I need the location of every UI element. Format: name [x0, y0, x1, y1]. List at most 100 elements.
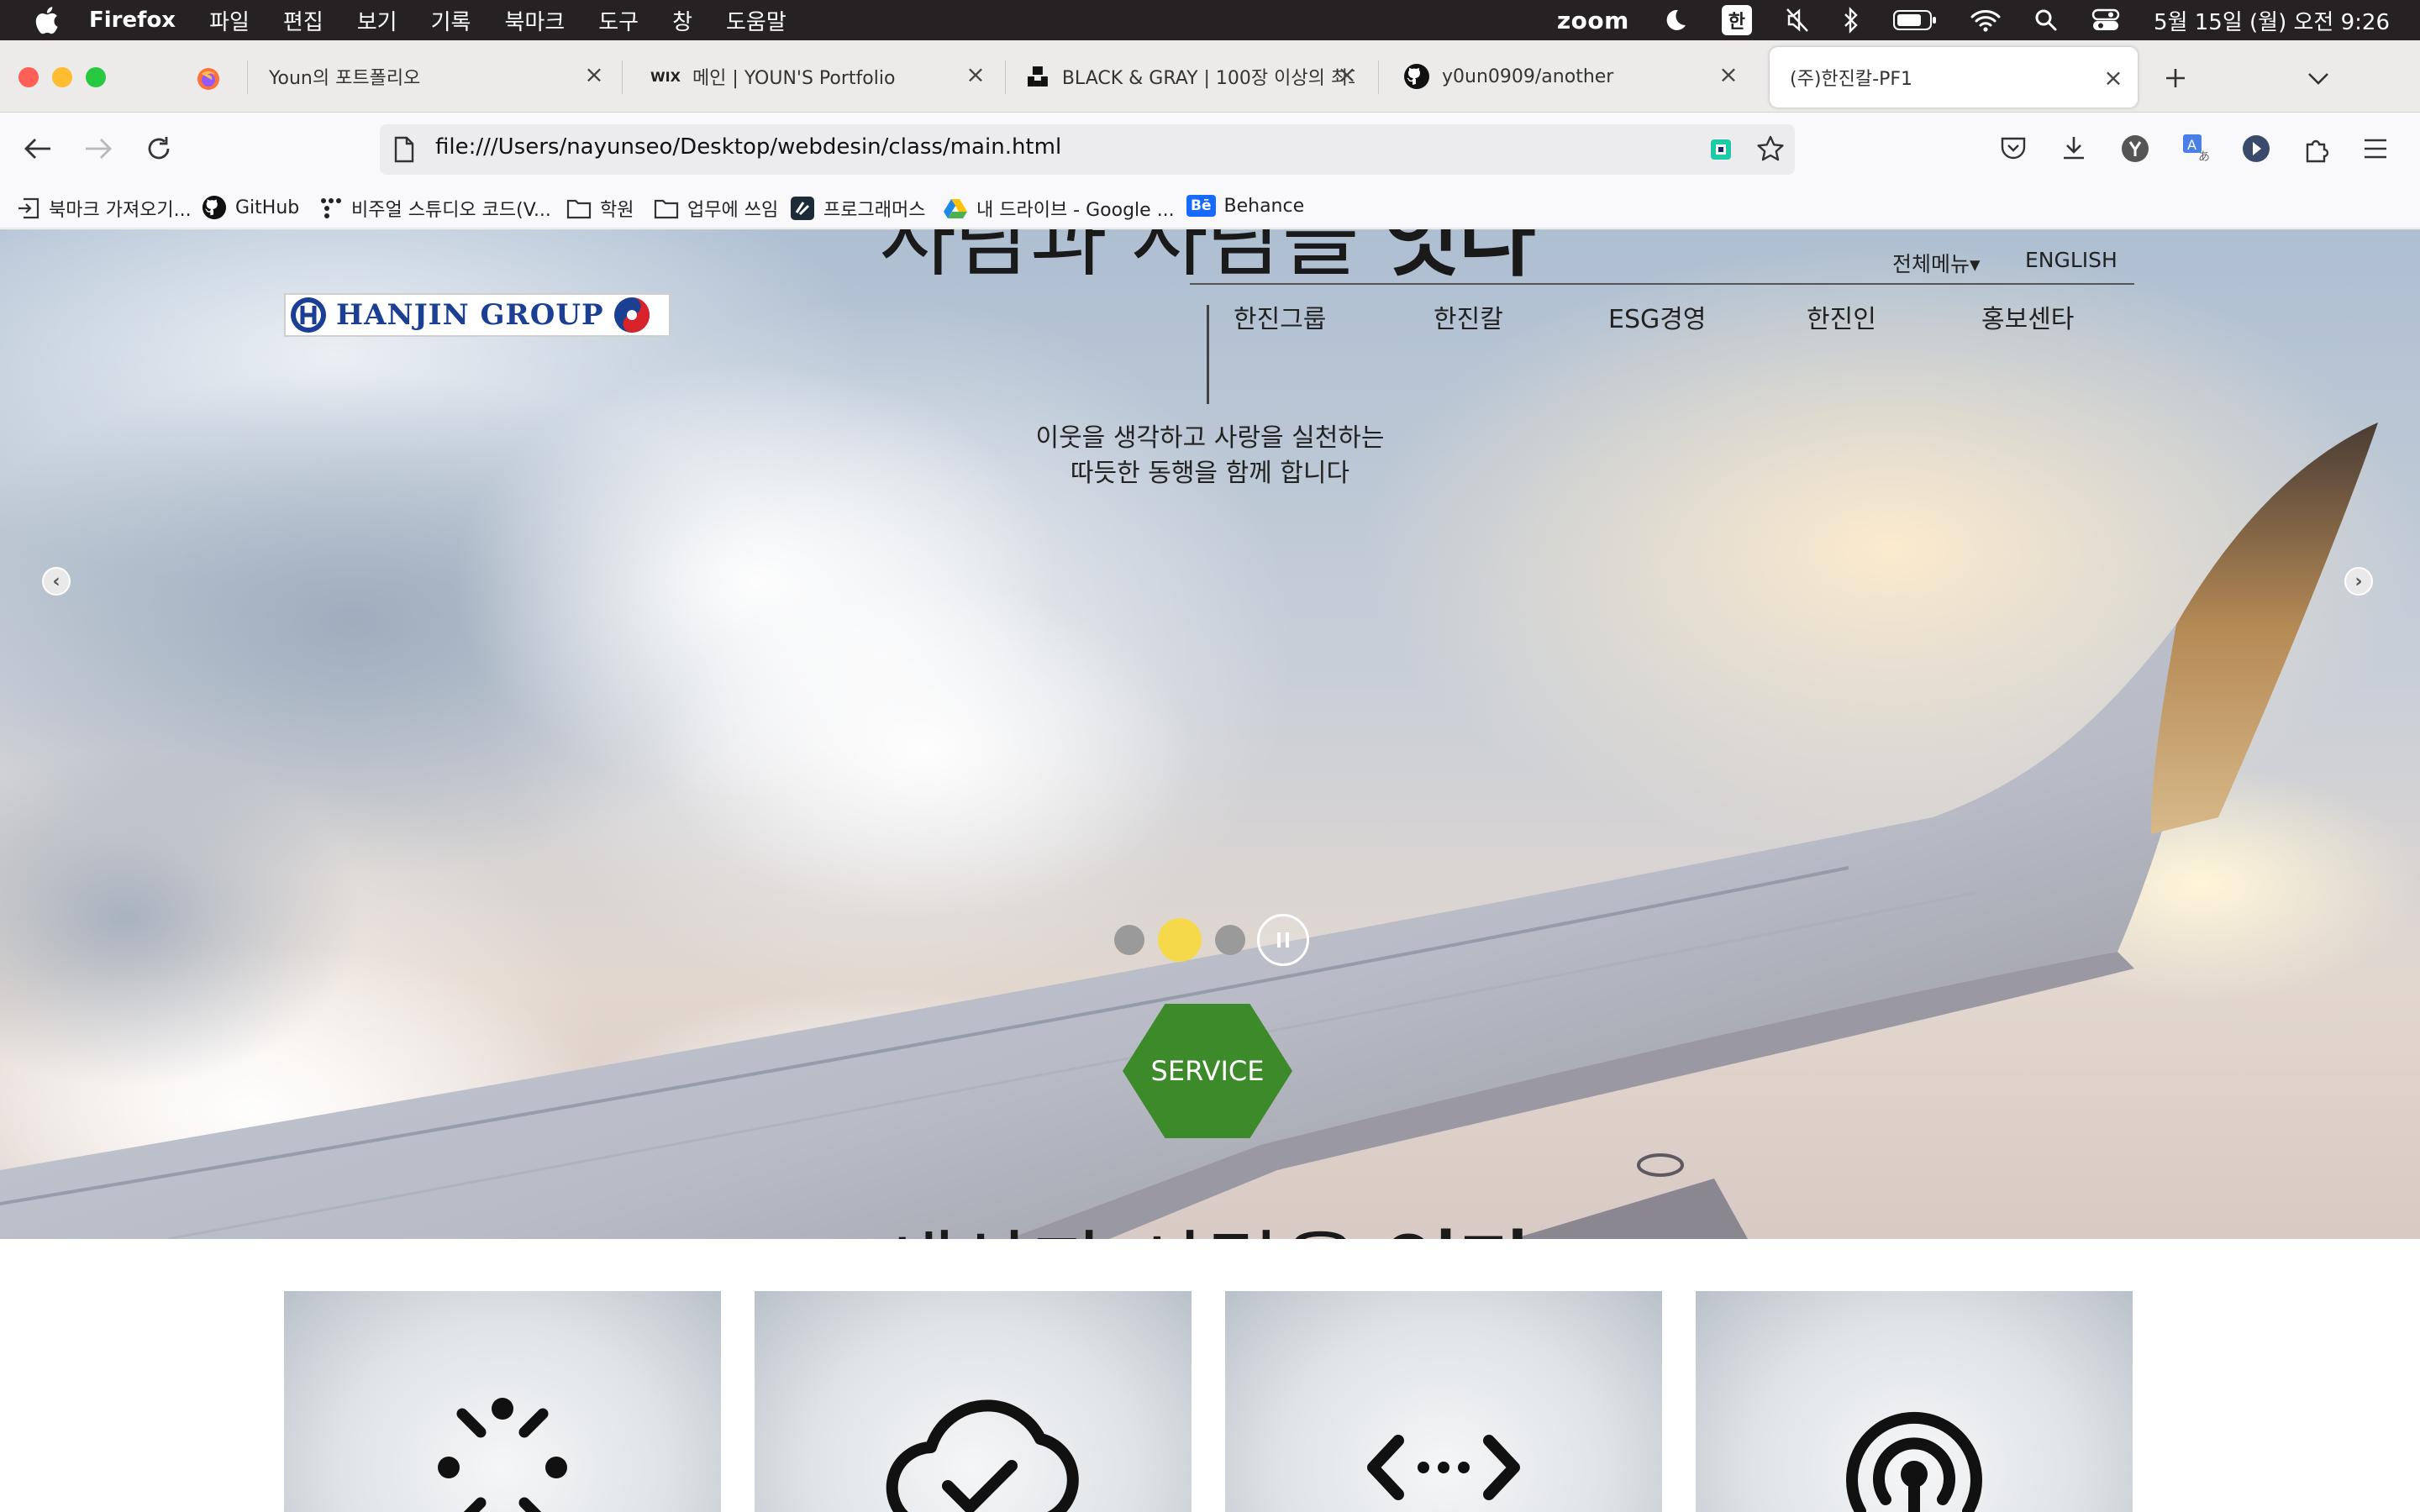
screenshot-extension-icon[interactable]: [1709, 138, 1733, 161]
bookmark-label: 비주얼 스튜디오 코드(V...: [351, 200, 551, 221]
slider-dot-3[interactable]: [1215, 925, 1245, 955]
bookmark-import[interactable]: 북마크 가져오기...: [17, 195, 192, 222]
tab-close-icon[interactable]: ×: [2101, 66, 2126, 91]
hanjin-group-logo[interactable]: HANJIN GROUP: [284, 293, 671, 337]
tab-close-icon[interactable]: ×: [581, 62, 607, 87]
hamburger-menu-icon[interactable]: [2363, 138, 2388, 160]
zoom-status[interactable]: zoom: [1557, 7, 1629, 34]
bookmark-folder-academy[interactable]: 학원: [566, 195, 634, 222]
tab-portfolio[interactable]: Youn의 포트폴리오 ×: [249, 44, 618, 109]
apple-icon[interactable]: [34, 6, 59, 34]
translate-extension-icon[interactable]: Aあ: [2181, 133, 2212, 163]
tab-github-repo[interactable]: y0un0909/another ×: [1383, 44, 1753, 109]
bookmark-star-icon[interactable]: [1756, 134, 1785, 163]
slogan-line-1: 이웃을 생각하고 사랑을 실천하는: [1035, 423, 1385, 453]
tab-title: y0un0909/another: [1442, 66, 1614, 87]
firefox-view-icon[interactable]: [197, 67, 220, 91]
slider-prev-arrow[interactable]: ‹: [42, 567, 71, 596]
service-card-1[interactable]: [284, 1291, 721, 1512]
gnb-hanjinkal[interactable]: 한진칼: [1434, 298, 1503, 335]
chevron-right-icon: ›: [2354, 570, 2363, 592]
gnb-hanjin-group[interactable]: 한진그룹: [1234, 298, 1326, 335]
tab-close-icon[interactable]: ×: [1716, 62, 1741, 87]
tab-unsplash[interactable]: BLACK & GRAY | 100장 이상의 최고 ×: [1005, 44, 1371, 109]
menu-help[interactable]: 도움말: [726, 5, 786, 36]
bookmark-vscode[interactable]: 비주얼 스튜디오 코드(V...: [319, 195, 551, 222]
slider-dot-1[interactable]: [1114, 925, 1144, 955]
bluetooth-icon[interactable]: [1843, 7, 1860, 34]
service-label: SERVICE: [1150, 1055, 1265, 1087]
profile-y-icon[interactable]: [2121, 134, 2149, 163]
tab-title: Youn의 포트폴리오: [269, 68, 421, 89]
clock-datetime[interactable]: 5월 15일 (월) 오전 9:26: [2154, 5, 2390, 36]
bookmark-behance[interactable]: Bē Behance: [1186, 195, 1304, 217]
menu-edit[interactable]: 편집: [283, 5, 324, 36]
gnb-pr-center[interactable]: 홍보센타: [1981, 298, 2074, 335]
macos-menubar: Firefox 파일 편집 보기 기록 북마크 도구 창 도움말 zoom 한 …: [0, 0, 2420, 40]
battery-icon[interactable]: [1893, 9, 1937, 31]
tab-wix-portfolio[interactable]: WIX 메인 | YOUN'S Portfolio ×: [630, 44, 1000, 109]
gnb-hanjin-people[interactable]: 한진인: [1807, 298, 1876, 335]
menu-window[interactable]: 창: [672, 5, 692, 36]
github-icon: [202, 195, 227, 220]
gnb-esg[interactable]: ESG경영: [1608, 298, 1706, 335]
hero-slogan: 이웃을 생각하고 사랑을 실천하는 따듯한 동행을 함께 합니다: [941, 421, 1479, 491]
bookmark-label: 프로그래머스: [823, 200, 926, 221]
service-card-3[interactable]: [1225, 1291, 1662, 1512]
tab-hanjinkal-active[interactable]: (주)한진칼-PF1 ×: [1770, 47, 2138, 108]
taegeuk-emblem-icon: [613, 297, 650, 333]
slogan-divider-line: [1207, 305, 1209, 404]
broadcast-icon: [1846, 1411, 1982, 1512]
slider-next-arrow[interactable]: ›: [2344, 567, 2373, 596]
page-file-icon[interactable]: [393, 136, 415, 163]
menu-tools[interactable]: 도구: [598, 5, 639, 36]
menu-file[interactable]: 파일: [209, 5, 250, 36]
service-card-2[interactable]: [755, 1291, 1192, 1512]
control-center-icon[interactable]: [2091, 8, 2120, 32]
spotlight-search-icon[interactable]: [2034, 8, 2058, 32]
window-close-button[interactable]: [18, 67, 39, 87]
slider-pause-button[interactable]: [1257, 914, 1309, 966]
tab-close-icon[interactable]: ×: [1334, 62, 1360, 87]
extension-circle-icon[interactable]: [2242, 134, 2270, 163]
mute-icon[interactable]: [1786, 8, 1809, 33]
bookmark-label: 학원: [600, 200, 634, 221]
bookmark-label: Behance: [1223, 195, 1305, 217]
reload-icon[interactable]: [145, 134, 173, 163]
bookmark-label: GitHub: [235, 197, 300, 218]
bookmark-folder-work[interactable]: 업무에 쓰임: [654, 195, 778, 222]
service-card-4[interactable]: [1696, 1291, 2133, 1512]
english-link[interactable]: ENGLISH: [2025, 248, 2118, 272]
pocket-icon[interactable]: [2000, 136, 2027, 161]
downloads-icon[interactable]: [2060, 134, 2087, 161]
input-method-indicator[interactable]: 한: [1721, 5, 1753, 35]
menu-app-firefox[interactable]: Firefox: [89, 8, 176, 33]
wifi-icon[interactable]: [1970, 8, 2001, 32]
window-minimize-button[interactable]: [52, 67, 72, 87]
bookmark-label: 내 드라이브 - Google ...: [976, 200, 1175, 221]
tab-title: 메인 | YOUN'S Portfolio: [692, 68, 896, 89]
url-text[interactable]: file:///Users/nayunseo/Desktop/webdesin/…: [435, 134, 1061, 160]
menu-history[interactable]: 기록: [431, 5, 471, 36]
bookmark-github[interactable]: GitHub: [202, 195, 299, 220]
bookmark-label: 업무에 쓰임: [687, 200, 779, 221]
tab-close-icon[interactable]: ×: [963, 62, 988, 87]
github-icon: [1404, 64, 1429, 89]
slider-dot-2-active[interactable]: [1158, 918, 1202, 962]
window-zoom-button[interactable]: [86, 67, 106, 87]
menu-bookmarks[interactable]: 북마크: [504, 5, 565, 36]
new-tab-icon[interactable]: [2163, 66, 2188, 91]
forward-arrow-icon[interactable]: [84, 136, 113, 161]
menu-view[interactable]: 보기: [357, 5, 397, 36]
moon-icon[interactable]: [1663, 8, 1688, 33]
cloud-check-icon: [886, 1399, 1079, 1512]
back-arrow-icon[interactable]: [24, 136, 52, 161]
bookmark-google-drive[interactable]: 내 드라이브 - Google ...: [943, 195, 1175, 222]
tab-list-chevron-icon[interactable]: [2306, 69, 2331, 87]
bookmark-programmers[interactable]: 프로그래머스: [790, 195, 925, 222]
hanjin-h-emblem-icon: [291, 297, 326, 333]
svg-text:A: A: [2187, 137, 2196, 153]
hero-slider: 사람과 사람을 잇다 세상과 사람을 잇다 HANJIN GROUP 전체메뉴▾…: [0, 229, 2420, 1239]
extensions-puzzle-icon[interactable]: [2302, 134, 2331, 163]
all-menu-link[interactable]: 전체메뉴▾: [1892, 248, 1981, 278]
